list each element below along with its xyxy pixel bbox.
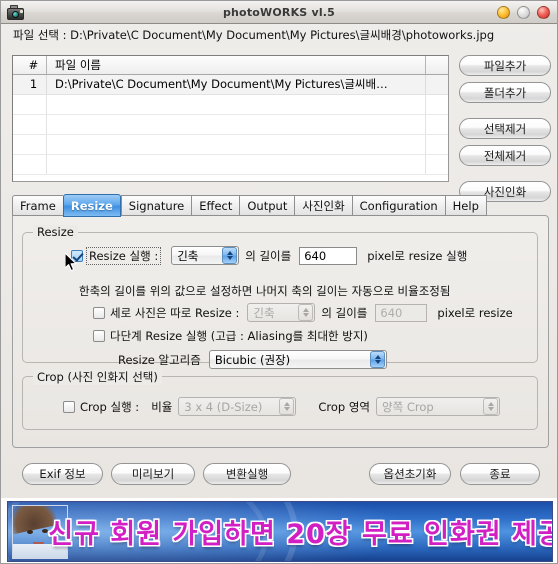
column-header-number[interactable]: # [13,56,47,74]
empty-cell [47,135,426,154]
exit-button[interactable]: 종료 [460,463,540,485]
portrait-length-label: 의 길이를 [321,305,368,320]
resize-group: Resize Resize 실행 : 긴축 의 길이를 640 pixel로 r… [22,225,538,369]
algorithm-select[interactable]: Bicubic (권장) [208,350,387,369]
algorithm-value: Bicubic (권장) [214,352,291,367]
empty-cell [426,155,448,174]
multistep-resize-row: 다단계 Resize 실행 (고급 : Aliasing를 최대한 방지) [93,328,368,344]
resize-suffix-label: pixel로 resize 실행 [367,248,468,263]
empty-cell [426,95,448,114]
resize-enable-row: Resize 실행 : 긴축 의 길이를 640 pixel로 resize 실… [71,246,467,265]
file-list[interactable]: # 파일 이름 1 D:\Private\C Document\My Docum… [12,55,449,182]
tab-help[interactable]: Help [444,195,487,216]
multistep-resize-label: 다단계 Resize 실행 (고급 : Aliasing를 최대한 방지) [110,329,368,343]
chevron-updown-icon [279,398,295,415]
portrait-resize-label: 세로 사진은 따로 Resize : [110,305,240,320]
reset-options-button[interactable]: 옵션초기화 [369,463,451,485]
crop-enable-label: Crop 실행 : [80,399,140,414]
chevron-updown-icon [222,247,238,264]
empty-cell [426,115,448,134]
tab-signature[interactable]: Signature [120,195,192,216]
empty-cell [426,135,448,154]
portrait-axis-value: 긴축 [253,305,275,320]
convert-button[interactable]: 변환실행 [203,463,291,485]
selected-file-path: 파일 선택 : D:\Private\C Document\My Documen… [13,28,495,42]
preview-button[interactable]: 미리보기 [111,463,195,485]
column-header-filename[interactable]: 파일 이름 [47,56,426,74]
resize-axis-value: 긴축 [177,248,199,263]
portrait-length-input[interactable]: 640 [375,303,428,322]
resize-length-input[interactable]: 640 [299,246,358,265]
bottom-action-bar: Exif 정보 미리보기 변환실행 옵션초기화 종료 [1,463,557,489]
multistep-resize-checkbox[interactable] [93,330,105,342]
chevron-updown-icon [298,304,314,321]
chevron-updown-icon [369,351,385,368]
row-filename: D:\Private\C Document\My Document\My Pic… [47,75,426,94]
tab-bar: Frame Resize Signature Effect Output 사진인… [12,194,487,217]
promo-banner-inner: 신규 회원 가입하면 20장 무료 인화권 제공 [7,501,553,562]
crop-area-value: 양쪽 Crop [382,399,434,414]
empty-cell [47,95,426,114]
tab-output[interactable]: Output [239,195,295,216]
empty-cell [13,95,47,114]
promo-banner-text: 신규 회원 가입하면 20장 무료 인화권 제공 [48,519,553,550]
resize-axis-select[interactable]: 긴축 [171,246,240,265]
tab-resize[interactable]: Resize [62,194,121,217]
mouse-cursor [65,253,77,272]
crop-area-select[interactable]: 양쪽 Crop [376,397,501,416]
crop-enable-checkbox[interactable] [63,400,75,413]
portrait-resize-checkbox[interactable] [93,306,105,319]
minimize-button[interactable] [497,6,510,19]
crop-group-title: Crop (사진 인화지 선택) [33,369,162,385]
add-file-button[interactable]: 파일추가 [459,55,551,76]
empty-cell [13,115,47,134]
algorithm-row: Resize 알고리즘 Bicubic (권장) [118,350,387,369]
column-header-spacer [426,56,448,74]
resize-hint-text: 한축의 길이를 위의 값으로 설정하면 나머지 축의 길이는 자동으로 비율조정… [79,284,451,298]
empty-cell [47,115,426,134]
resize-length-label: 의 길이를 [245,248,292,263]
exif-info-button[interactable]: Exif 정보 [22,463,103,485]
promo-banner[interactable]: 신규 회원 가입하면 20장 무료 인화권 제공 [1,498,557,563]
remove-selected-button[interactable]: 선택제거 [459,118,551,139]
crop-ratio-value: 3 x 4 (D-Size) [184,399,263,414]
tab-frame[interactable]: Frame [12,195,63,216]
crop-group: Crop (사진 인화지 선택) Crop 실행 : 비율 3 x 4 (D-S… [22,369,538,430]
remove-all-button[interactable]: 전체제거 [459,145,551,166]
crop-ratio-label: 비율 [151,399,173,414]
resize-tab-panel: Resize Resize 실행 : 긴축 의 길이를 640 pixel로 r… [12,215,549,448]
portrait-resize-row: 세로 사진은 따로 Resize : 긴축 의 길이를 640 pixel로 r… [93,303,513,322]
portrait-suffix-label: pixel로 resize [437,305,513,320]
photoworks-window: photoWORKS vl.5 파일 선택 : D:\Private\C Doc… [0,0,558,564]
window-controls [497,6,550,19]
window-title: photoWORKS vl.5 [222,6,336,19]
tab-photo-print[interactable]: 사진인화 [294,195,352,216]
maximize-button[interactable] [517,6,530,19]
empty-cell [13,135,47,154]
tab-configuration[interactable]: Configuration [351,195,445,216]
chevron-updown-icon [483,398,499,415]
file-actions-panel: 파일추가 폴더추가 선택제거 전체제거 사진인화 [459,55,551,202]
resize-enable-label: Resize 실행 : [86,246,162,265]
algorithm-label: Resize 알고리즘 [118,352,201,367]
file-list-header: # 파일 이름 [13,56,448,75]
title-bar: photoWORKS vl.5 [1,1,557,24]
table-row-empty[interactable] [13,155,448,175]
table-row[interactable]: 1 D:\Private\C Document\My Document\My P… [13,75,448,95]
resize-group-title: Resize [33,225,78,239]
row-spacer [426,75,448,94]
close-button[interactable] [537,6,550,19]
crop-ratio-select[interactable]: 3 x 4 (D-Size) [178,397,297,416]
table-row-empty[interactable] [13,115,448,135]
empty-cell [13,155,47,174]
tab-effect[interactable]: Effect [191,195,240,216]
empty-cell [47,155,426,174]
row-number: 1 [13,75,47,94]
table-row-empty[interactable] [13,135,448,155]
table-row-empty[interactable] [13,95,448,115]
portrait-axis-select[interactable]: 긴축 [247,303,316,322]
add-folder-button[interactable]: 폴더추가 [459,82,551,103]
crop-area-label: Crop 영역 [318,399,371,414]
crop-enable-row: Crop 실행 : 비율 3 x 4 (D-Size) Crop 영역 양쪽 C… [63,397,501,416]
